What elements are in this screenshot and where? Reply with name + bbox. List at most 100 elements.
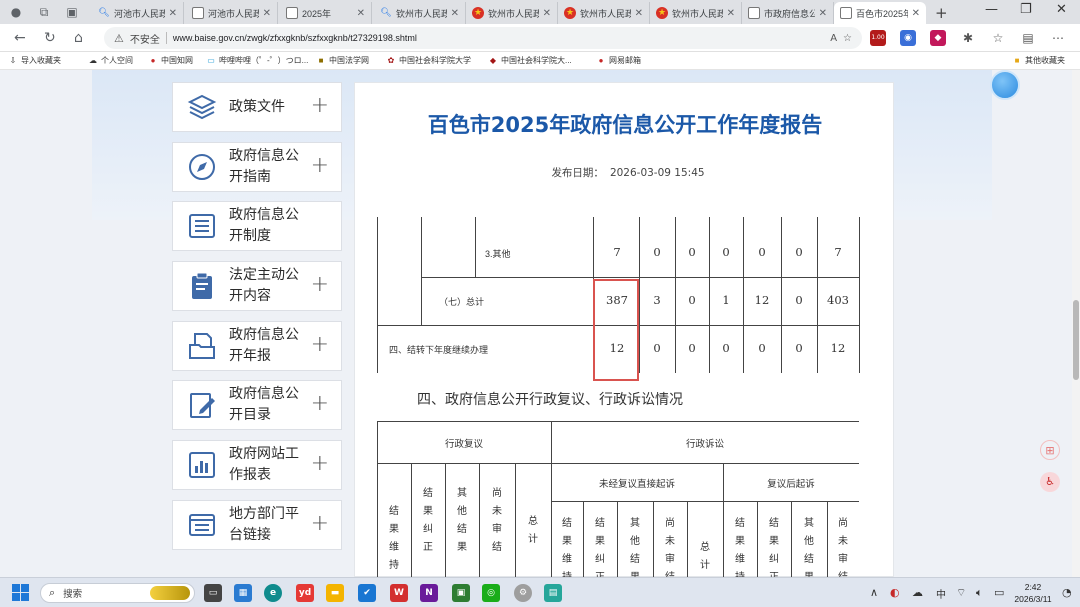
security-label[interactable]: 不安全 — [130, 31, 160, 46]
maximize-icon[interactable]: ❐ — [1020, 2, 1032, 17]
file-explorer-icon[interactable]: ▬ — [326, 584, 344, 602]
close-tab-icon[interactable]: ✕ — [357, 8, 365, 19]
widgets-icon[interactable]: ▦ — [234, 584, 252, 602]
table-cell: 0 — [722, 341, 730, 355]
taskbar-clock[interactable]: 2:42 2026/3/11 — [1010, 581, 1056, 605]
refresh-icon[interactable]: ↻ — [44, 30, 56, 46]
tray-overflow-icon[interactable]: ∧ — [870, 586, 878, 599]
expand-plus-icon[interactable]: + — [311, 274, 329, 296]
back-icon[interactable]: ← — [14, 30, 26, 46]
more-menu-icon[interactable]: ⋯ — [1050, 30, 1066, 46]
network-icon[interactable]: ⌔ — [956, 586, 966, 600]
scrollbar[interactable] — [1072, 70, 1080, 577]
document-icon — [192, 7, 204, 19]
scrollbar-thumb[interactable] — [1073, 300, 1079, 380]
settings-icon[interactable]: ⚙ — [514, 584, 532, 602]
wechat-icon[interactable]: ◎ — [482, 584, 500, 602]
battery-icon[interactable]: ▭ — [994, 586, 1004, 599]
extension-badge[interactable]: 1.00 — [870, 30, 886, 46]
sidebar-item-disclosure-catalog[interactable]: 政府信息公开目录 + — [172, 380, 342, 431]
taskbar-search[interactable]: ⌕ 搜索 — [40, 583, 195, 603]
volume-icon[interactable]: 🔈︎ — [976, 586, 983, 600]
bookmark-mail[interactable]: ● 网易邮箱 — [596, 55, 641, 66]
browser-tab[interactable]: 河池市人民政 ✕ — [186, 2, 278, 24]
cloud-icon: ☁ — [89, 55, 97, 65]
favorite-star-icon[interactable]: ☆ — [843, 33, 852, 44]
sidebar-item-statutory-content[interactable]: 法定主动公开内容 + — [172, 261, 342, 312]
expand-plus-icon[interactable]: + — [311, 512, 329, 535]
extension-icon[interactable]: ◆ — [930, 30, 946, 46]
bookmark-bilibili[interactable]: ▭ 哔哩哔哩（゜-゜）つロ... — [206, 55, 308, 66]
floating-assistant-button[interactable] — [990, 70, 1020, 100]
home-icon[interactable]: ⌂ — [74, 30, 83, 46]
collections-icon[interactable]: ▤ — [1020, 30, 1036, 46]
accessibility-icon[interactable]: ♿ — [1040, 472, 1060, 492]
bookmark-law[interactable]: ■ 中国法学网 — [316, 55, 369, 66]
favorites-icon[interactable]: ☆ — [990, 30, 1006, 46]
sidebar-item-department-links[interactable]: 地方部门平台链接 + — [172, 499, 342, 550]
edge-browser-icon[interactable]: e — [264, 584, 282, 602]
edit-doc-icon — [190, 393, 215, 419]
ime-indicator[interactable]: 中 — [936, 586, 946, 601]
start-button[interactable] — [12, 584, 29, 601]
close-tab-icon[interactable]: ✕ — [169, 8, 177, 19]
expand-plus-icon[interactable]: + — [311, 393, 329, 415]
sidebar-item-label: 政府信息公开制度 — [229, 207, 299, 245]
browser-tab[interactable]: 2025年 ✕ — [280, 2, 372, 24]
close-tab-icon[interactable]: ✕ — [451, 8, 459, 19]
profile-icon[interactable]: ● — [8, 4, 24, 20]
close-tab-icon[interactable]: ✕ — [727, 8, 735, 19]
sidebar-item-policy-documents[interactable]: 政策文件 + — [172, 82, 342, 132]
app-icon[interactable]: ▣ — [452, 584, 470, 602]
bookmark-cnki[interactable]: ● 中国知网 — [148, 55, 193, 66]
tab-title: 2025年 — [302, 8, 332, 19]
expand-plus-icon[interactable]: + — [311, 95, 329, 117]
bookmark-cass[interactable]: ◆ 中国社会科学院大... — [488, 55, 572, 66]
todo-icon[interactable]: ✔ — [358, 584, 376, 602]
close-tab-icon[interactable]: ✕ — [543, 8, 551, 19]
browser-tab-active[interactable]: 百色市2025年 ✕ — [834, 2, 926, 24]
import-icon: ⇩ — [9, 55, 17, 65]
browser-tab[interactable]: ★ 钦州市人民政 ✕ — [466, 2, 558, 24]
address-bar[interactable]: ⚠ 不安全 www.baise.gov.cn/zwgk/zfxxgknb/szf… — [104, 27, 862, 49]
browser-tab[interactable]: 🔍︎ 河池市人民政 ✕ — [92, 2, 184, 24]
new-tab-icon[interactable]: + — [935, 4, 948, 22]
bookmark-other-folder[interactable]: ■ 其他收藏夹 — [1012, 55, 1065, 66]
column-header: 总计 — [528, 516, 538, 545]
share-icon[interactable]: ⊞ — [1040, 440, 1060, 460]
browser-tab[interactable]: 🔍︎ 钦州市人民政 ✕ — [374, 2, 466, 24]
browser-tab[interactable]: ★ 钦州市人民政 ✕ — [558, 2, 650, 24]
sidebar-item-website-report[interactable]: 政府网站工作报表 + — [172, 440, 342, 491]
tray-app-icon[interactable]: ◐ — [890, 586, 900, 599]
close-tab-icon[interactable]: ✕ — [263, 8, 271, 19]
workspaces-icon[interactable]: ⧉ — [36, 4, 52, 20]
tray-cloud-icon[interactable]: ☁ — [912, 586, 923, 599]
sidebar-item-annual-report[interactable]: 政府信息公开年报 + — [172, 320, 342, 371]
close-window-icon[interactable]: ✕ — [1056, 2, 1067, 17]
bookmark-ucass[interactable]: ✿ 中国社会科学院大学 — [386, 55, 471, 66]
app-icon[interactable]: ▤ — [544, 584, 562, 602]
bookmark-import[interactable]: ⇩ 导入收藏夹 — [8, 55, 61, 66]
wps-icon[interactable]: W — [390, 584, 408, 602]
youdao-icon[interactable]: yd — [296, 584, 314, 602]
tab-actions-icon[interactable]: ▣ — [64, 4, 80, 20]
sidebar-item-disclosure-system[interactable]: 政府信息公开制度 — [172, 201, 342, 252]
expand-plus-icon[interactable]: + — [311, 453, 329, 475]
minimize-icon[interactable]: — — [985, 2, 998, 17]
url-text[interactable]: www.baise.gov.cn/zwgk/zfxxgknb/szfxxgknb… — [173, 33, 824, 43]
onenote-icon[interactable]: N — [420, 584, 438, 602]
bookmark-personal-space[interactable]: ☁ 个人空间 — [88, 55, 133, 66]
browser-tab[interactable]: ★ 钦州市人民政 ✕ — [650, 2, 742, 24]
browser-tab[interactable]: 市政府信息公 ✕ — [742, 2, 834, 24]
close-tab-icon[interactable]: ✕ — [819, 8, 827, 19]
sidebar-item-disclosure-guide[interactable]: 政府信息公开指南 + — [172, 141, 342, 192]
read-aloud-icon[interactable]: A — [830, 33, 837, 44]
notification-icon[interactable]: ◔ — [1062, 586, 1072, 599]
extension-icon[interactable]: ◉ — [900, 30, 916, 46]
task-view-icon[interactable]: ▭ — [204, 584, 222, 602]
extensions-puzzle-icon[interactable]: ✱ — [960, 30, 976, 46]
expand-plus-icon[interactable]: + — [311, 333, 329, 356]
close-tab-icon[interactable]: ✕ — [912, 8, 920, 19]
close-tab-icon[interactable]: ✕ — [635, 8, 643, 19]
expand-plus-icon[interactable]: + — [311, 154, 329, 177]
